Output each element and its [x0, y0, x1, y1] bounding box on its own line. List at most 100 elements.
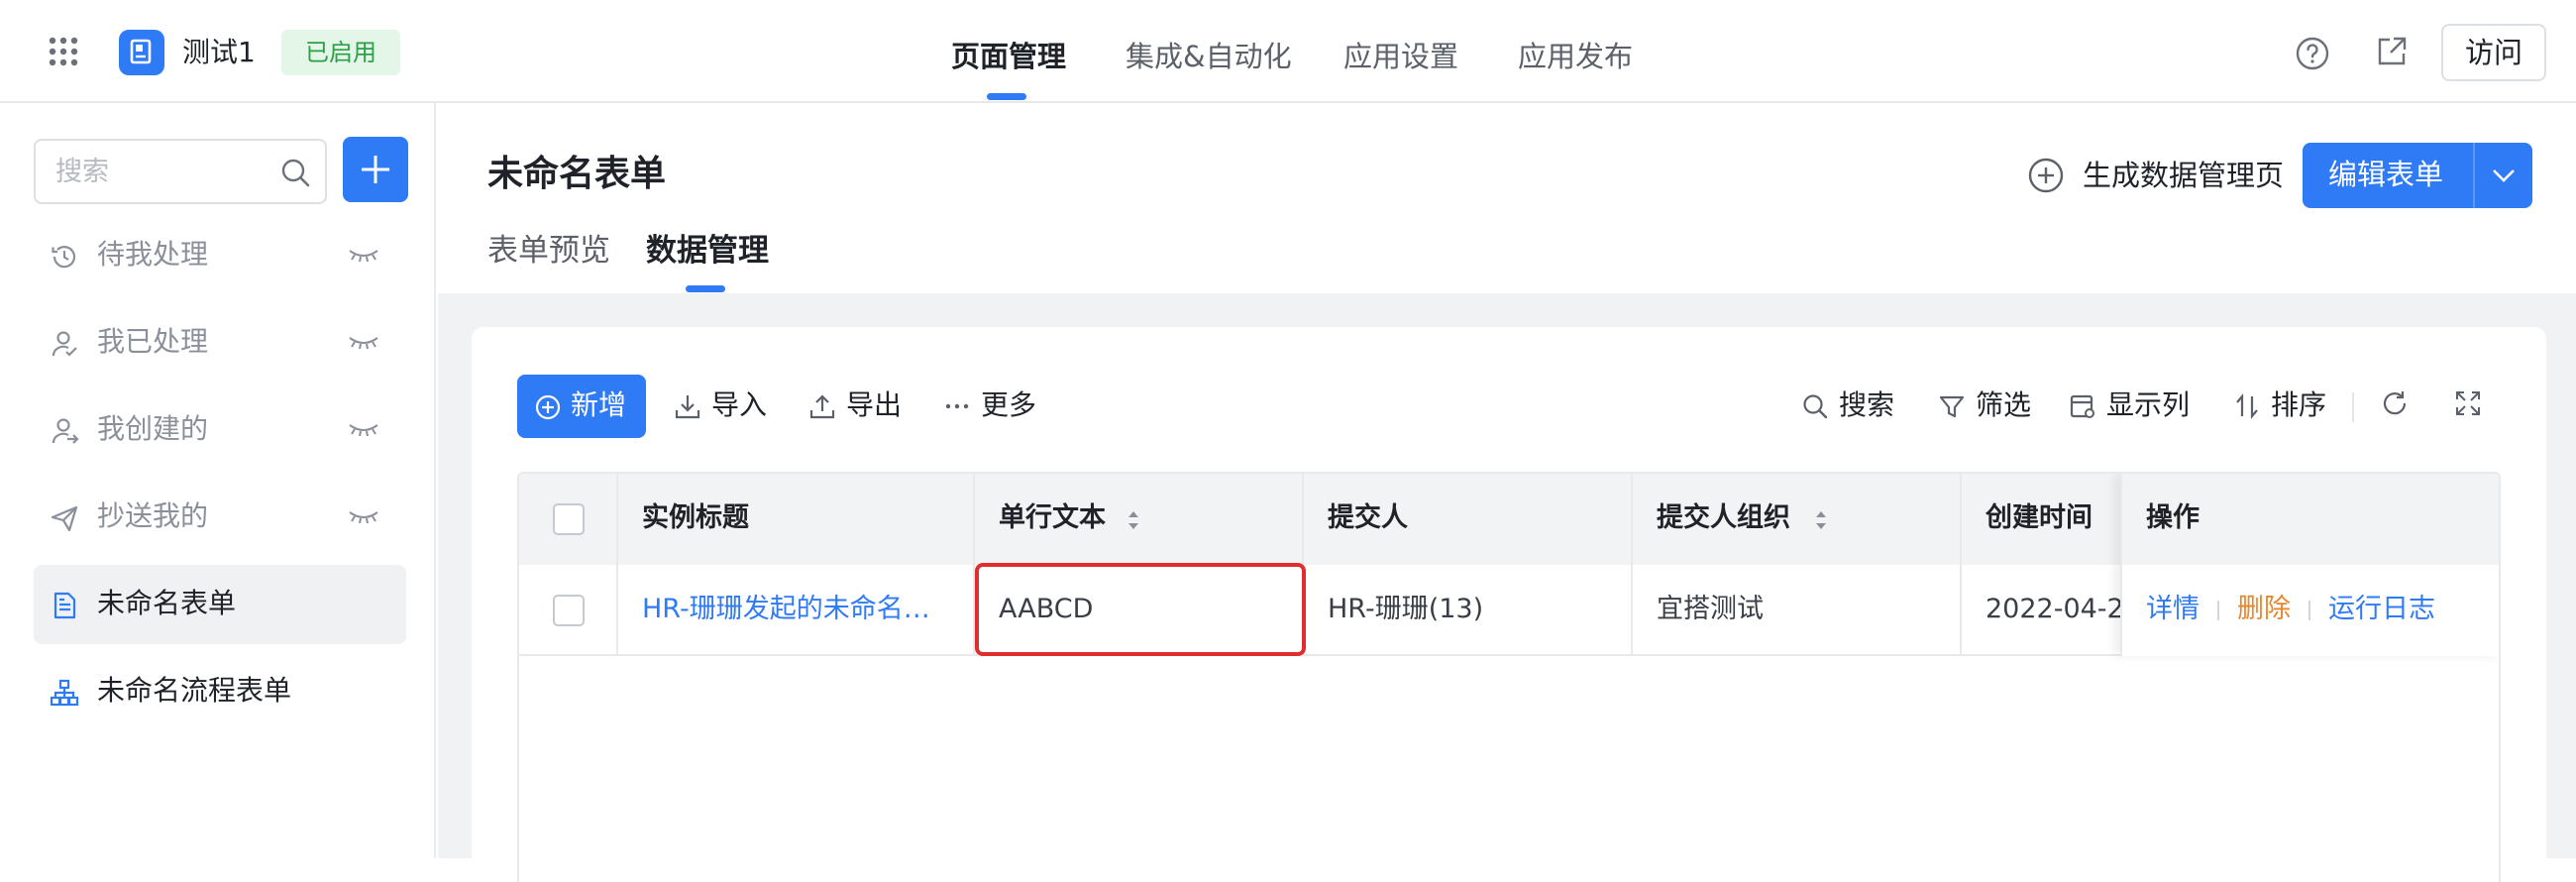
tab-data-management[interactable]: 数据管理 [646, 232, 769, 270]
column-title: 单行文本 [999, 502, 1106, 533]
page-title: 未命名表单 [487, 154, 667, 194]
app-name: 测试1 [182, 36, 256, 68]
help-icon[interactable] [2295, 36, 2330, 71]
select-all-checkbox[interactable] [553, 503, 585, 535]
sidebar-search[interactable] [34, 139, 327, 204]
nav-active-indicator [987, 93, 1026, 100]
sort-button[interactable]: 排序 [2233, 383, 2332, 428]
cell-title: HR-珊珊发起的未命名… [618, 565, 975, 654]
created-time-value: 2022-04-28 [1986, 594, 2141, 624]
column-header-title[interactable]: 实例标题 [618, 474, 975, 565]
detail-link[interactable]: 详情 [2146, 594, 2200, 624]
row-actions: 详情 删除 运行日志 [2146, 593, 2435, 626]
column-header-text[interactable]: 单行文本 [975, 474, 1304, 565]
column-title: 创建时间 [1986, 502, 2093, 533]
sort-icon [2236, 392, 2258, 420]
app-logo [119, 30, 164, 75]
top-header: 测试1 已启用 页面管理 集成&自动化 应用设置 应用发布 访问 [0, 0, 2576, 103]
sidebar-item-unnamed-flow-form[interactable]: 未命名流程表单 [34, 652, 406, 731]
search-icon [1803, 394, 1828, 419]
filter-button[interactable]: 筛选 [1938, 383, 2037, 428]
sidebar-item-created[interactable]: 我创建的 [34, 390, 406, 470]
nav-tab-page-management[interactable]: 页面管理 [951, 40, 1066, 73]
sidebar-item-cc[interactable]: 抄送我的 [34, 478, 406, 557]
sidebar-item-pending[interactable]: 待我处理 [34, 216, 406, 295]
new-record-button[interactable]: 新增 [517, 375, 646, 438]
data-table: 实例标题 单行文本 提交人 提交人组织 创建时间 HR-珊珊发起的未命名… AA… [517, 472, 2501, 882]
nav-tab-app-settings[interactable]: 应用设置 [1343, 40, 1458, 73]
header-select-cell [519, 474, 618, 565]
sort-arrows-icon[interactable] [1126, 507, 1141, 533]
eye-closed-icon[interactable] [347, 333, 380, 353]
flow-icon [50, 679, 79, 707]
run-log-link[interactable]: 运行日志 [2328, 594, 2435, 624]
sidebar-search-input[interactable] [54, 151, 271, 192]
submitter-value: HR-珊珊(13) [1328, 594, 1484, 624]
highlight-annotation [975, 563, 1306, 656]
nav-tab-integration[interactable]: 集成&自动化 [1126, 40, 1292, 73]
status-badge: 已启用 [281, 30, 400, 75]
delete-link[interactable]: 删除 [2237, 594, 2291, 624]
search-icon[interactable] [279, 157, 311, 188]
show-columns-button[interactable]: 显示列 [2069, 383, 2198, 428]
eye-closed-icon[interactable] [347, 246, 380, 266]
sidebar-item-label: 抄送我的 [97, 499, 209, 532]
import-button[interactable]: 导入 [674, 383, 773, 428]
action-divider [2217, 600, 2219, 620]
submitter-org-value: 宜搭测试 [1657, 594, 1764, 624]
sidebar-item-unnamed-form[interactable]: 未命名表单 [34, 565, 406, 644]
external-link-icon[interactable] [2374, 34, 2410, 69]
plus-circle-icon [535, 394, 561, 420]
button-divider [2473, 143, 2475, 208]
column-header-submitter[interactable]: 提交人 [1304, 474, 1633, 565]
eye-closed-icon[interactable] [347, 420, 380, 440]
page-header: 未命名表单 表单预览 数据管理 生成数据管理页 编辑表单 [438, 103, 2576, 293]
import-label: 导入 [711, 388, 768, 421]
fullscreen-icon[interactable] [2453, 388, 2483, 418]
more-icon [945, 403, 969, 409]
sort-label: 排序 [2271, 388, 2327, 421]
columns-icon [2070, 394, 2094, 418]
new-record-label: 新增 [571, 388, 627, 421]
eye-closed-icon[interactable] [347, 507, 380, 527]
more-button[interactable]: 更多 [943, 383, 1052, 428]
filter-label: 筛选 [1976, 388, 2032, 421]
instance-title-link[interactable]: HR-珊珊发起的未命名… [642, 593, 955, 626]
toolbar-divider [2352, 392, 2354, 422]
action-divider [2308, 600, 2310, 620]
search-button[interactable]: 搜索 [1801, 383, 1900, 428]
sidebar-item-label: 待我处理 [97, 238, 209, 271]
user-add-icon [52, 418, 79, 444]
plus-circle-icon[interactable] [2027, 157, 2065, 194]
edit-form-button[interactable]: 编辑表单 [2303, 143, 2532, 208]
column-header-operations: 操作 [2122, 474, 2499, 565]
app-logo-icon [130, 39, 152, 64]
export-button[interactable]: 导出 [808, 383, 908, 428]
tab-form-preview[interactable]: 表单预览 [487, 232, 610, 270]
cell-org: 宜搭测试 [1633, 565, 1962, 654]
chevron-down-icon[interactable] [2491, 164, 2517, 187]
search-label: 搜索 [1839, 388, 1895, 421]
row-checkbox[interactable] [553, 595, 585, 626]
app-grid-icon[interactable] [48, 36, 79, 67]
main-content: 未命名表单 表单预览 数据管理 生成数据管理页 编辑表单 新增 导入 导出 更多… [438, 103, 2576, 882]
export-icon [809, 394, 835, 419]
sort-arrows-icon[interactable] [1813, 507, 1829, 533]
visit-button[interactable]: 访问 [2441, 24, 2546, 81]
sidebar: 待我处理 我已处理 我创建的 [0, 103, 436, 858]
send-icon [51, 505, 78, 532]
add-page-button[interactable] [343, 137, 408, 202]
column-title: 提交人 [1328, 502, 1408, 533]
sidebar-item-processed[interactable]: 我已处理 [34, 303, 406, 383]
column-header-org[interactable]: 提交人组织 [1633, 474, 1962, 565]
cell-submitter: HR-珊珊(13) [1304, 565, 1633, 654]
sidebar-item-label: 我已处理 [97, 325, 209, 358]
nav-tab-app-publish[interactable]: 应用发布 [1518, 40, 1633, 73]
user-check-icon [52, 331, 77, 357]
filter-icon [1939, 395, 1965, 418]
sub-tab-active-indicator [686, 285, 725, 292]
data-card: 新增 导入 导出 更多 搜索 筛选 显示列 排序 实例标题 单行文本 提交人 提… [472, 327, 2546, 882]
edit-form-label: 编辑表单 [2328, 158, 2444, 191]
generate-data-page-button[interactable]: 生成数据管理页 [2083, 159, 2284, 192]
refresh-icon[interactable] [2380, 388, 2410, 418]
